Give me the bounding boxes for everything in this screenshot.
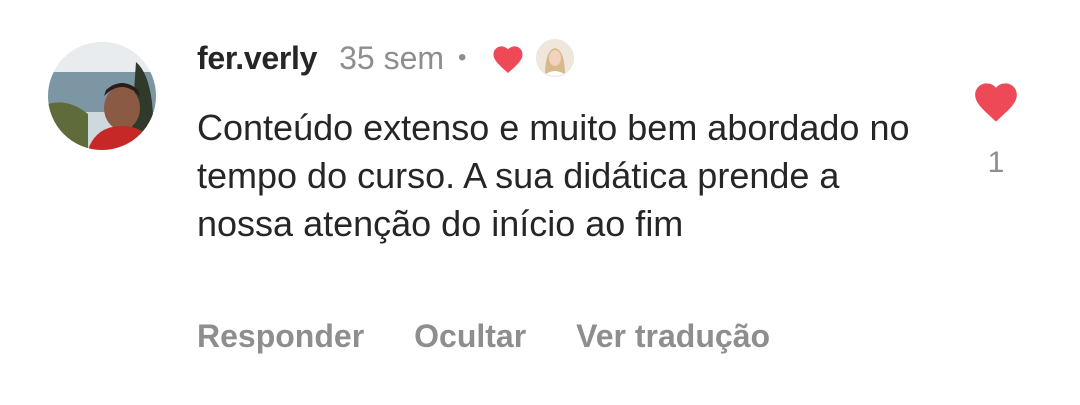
creator-heart-icon [490,41,528,75]
heart-icon [975,83,1017,122]
avatar-photo [48,42,156,150]
like-button[interactable] [970,76,1022,124]
hide-button[interactable]: Ocultar [414,318,526,355]
timestamp: 35 sem [339,39,445,76]
username[interactable]: fer.verly [197,40,317,77]
creator-avatar [536,39,575,77]
translate-button[interactable]: Ver tradução [576,318,770,355]
comment-actions: Responder Ocultar Ver tradução [197,318,820,355]
reply-button[interactable]: Responder [197,318,364,355]
comment-header: fer.verly 35 sem • [197,34,575,82]
comment-item: fer.verly 35 sem • Conteúdo extenso e mu… [0,0,1080,405]
user-avatar[interactable] [48,42,156,150]
separator-dot: • [458,44,467,71]
like-count[interactable]: 1 [988,146,1005,180]
like-column: 1 [966,76,1026,180]
comment-text: Conteúdo extenso e muito bem abordado no… [197,107,910,244]
